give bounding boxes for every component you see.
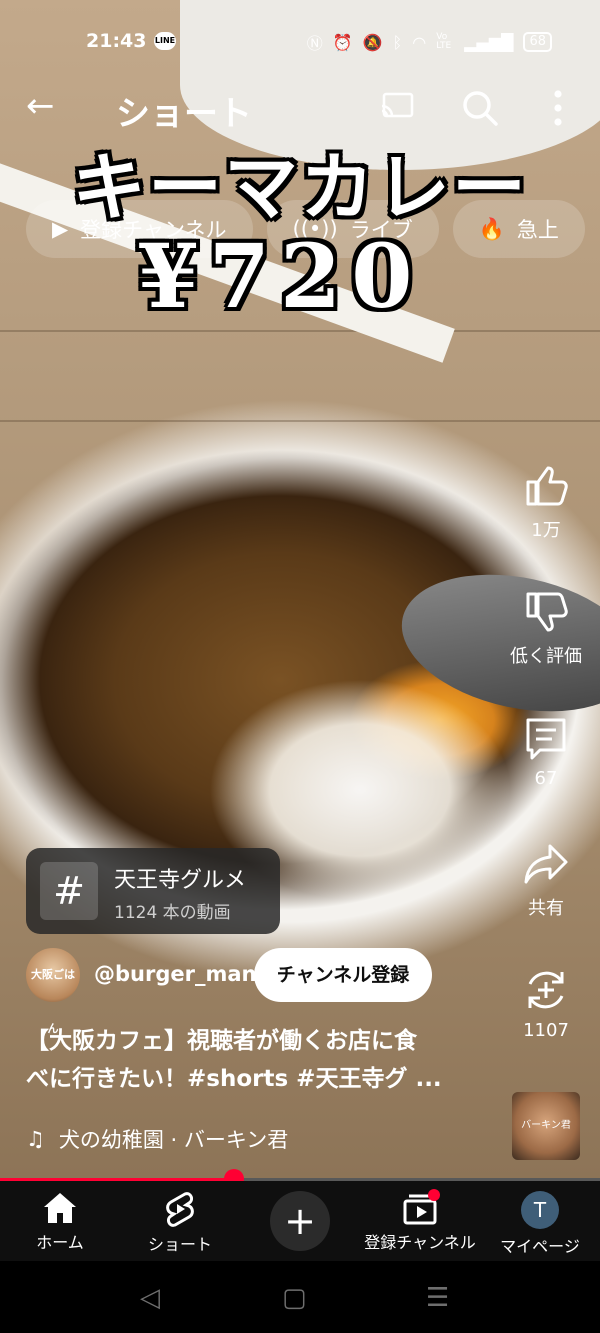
dislike-button[interactable]: 低く評価 [505, 588, 587, 668]
share-button[interactable]: 共有 [505, 840, 587, 920]
video-overlay-title: キーマカレー [72, 145, 528, 231]
hashtag-card[interactable]: # 天王寺グルメ 1124 本の動画 [26, 848, 280, 934]
shorts-icon [166, 1192, 194, 1227]
bluetooth-icon: ᛒ [392, 32, 403, 52]
caption-line-2: べに行きたい！#shorts #天王寺グ ... [26, 1066, 442, 1092]
more-vert-icon[interactable] [548, 88, 568, 128]
remix-button[interactable]: 1107 [505, 966, 587, 1041]
channel-handle[interactable]: @burger_man [94, 962, 256, 986]
status-bar: 21:43 LINE Ⓝ ⏰ 🔕 ᛒ ◠ Vo LTE ▂▄▆█ 68 [0, 0, 600, 78]
nav-subscriptions[interactable]: 登録チャンネル [360, 1191, 480, 1253]
hashtag-video-count: 1124 本の動画 [114, 903, 231, 923]
caption-line-1: 【大阪カフェ】視聴者が働くお店に食 [26, 1028, 417, 1054]
remix-icon [528, 971, 564, 1009]
sound-thumbnail[interactable]: バーキン君 [512, 1092, 580, 1160]
home-icon [44, 1193, 76, 1223]
share-icon [524, 844, 568, 884]
nav-shorts[interactable]: ショート [120, 1191, 240, 1255]
bottom-nav: ホーム ショート + 登録チャンネル T マイページ [0, 1181, 600, 1261]
back-arrow-icon[interactable]: ← [26, 86, 55, 126]
music-row[interactable]: ♫ 犬の幼稚園 · バーキン君 [26, 1124, 288, 1154]
cast-icon[interactable] [380, 92, 414, 118]
system-recents-icon[interactable]: ☰ [426, 1283, 449, 1313]
nav-home[interactable]: ホーム [0, 1191, 120, 1253]
comment-icon [526, 718, 566, 760]
status-time: 21:43 [86, 30, 147, 52]
line-app-icon: LINE [154, 32, 176, 50]
signal-icon: ▂▄▆█ [464, 32, 514, 52]
music-note-icon: ♫ [26, 1127, 45, 1151]
share-label: 共有 [528, 898, 564, 919]
hashtag-title: 天王寺グルメ [114, 868, 247, 893]
dislike-label: 低く評価 [510, 646, 582, 667]
system-home-icon[interactable]: ▢ [282, 1283, 307, 1313]
thumbs-down-icon [526, 592, 568, 632]
system-back-icon[interactable]: ◁ [140, 1283, 160, 1313]
like-count: 1万 [531, 520, 561, 541]
video-caption[interactable]: 【大阪カフェ】視聴者が働くお店に食 べに行きたい！#shorts #天王寺グ .… [26, 1022, 496, 1098]
notification-dot [428, 1189, 440, 1201]
video-overlay-price: ¥720 [137, 224, 423, 328]
system-nav: ◁ ▢ ☰ [0, 1261, 600, 1333]
create-button[interactable]: + [270, 1191, 330, 1251]
channel-avatar[interactable]: 大阪ごはん [26, 948, 80, 1035]
comment-button[interactable]: 67 [505, 714, 587, 789]
nav-mypage[interactable]: T マイページ [480, 1191, 600, 1257]
status-icons: Ⓝ ⏰ 🔕 ᛒ ◠ Vo LTE ▂▄▆█ 68 [307, 30, 552, 54]
comment-count: 67 [534, 768, 558, 789]
music-label: 犬の幼稚園 · バーキン君 [58, 1128, 289, 1152]
thumbs-up-icon [526, 466, 568, 506]
user-avatar: T [521, 1191, 559, 1229]
like-button[interactable]: 1万 [505, 462, 587, 542]
hashtag-icon: # [40, 862, 98, 920]
subscribe-button[interactable]: チャンネル登録 [254, 948, 432, 1002]
remix-count: 1107 [523, 1020, 569, 1041]
mute-icon: 🔕 [362, 32, 383, 52]
nfc-icon: Ⓝ [306, 34, 323, 53]
search-icon[interactable] [460, 88, 500, 128]
volte-icon: Vo LTE [436, 32, 452, 51]
wifi-icon: ◠ [412, 32, 427, 52]
alarm-icon: ⏰ [332, 32, 353, 52]
battery-icon: 68 [523, 32, 552, 52]
